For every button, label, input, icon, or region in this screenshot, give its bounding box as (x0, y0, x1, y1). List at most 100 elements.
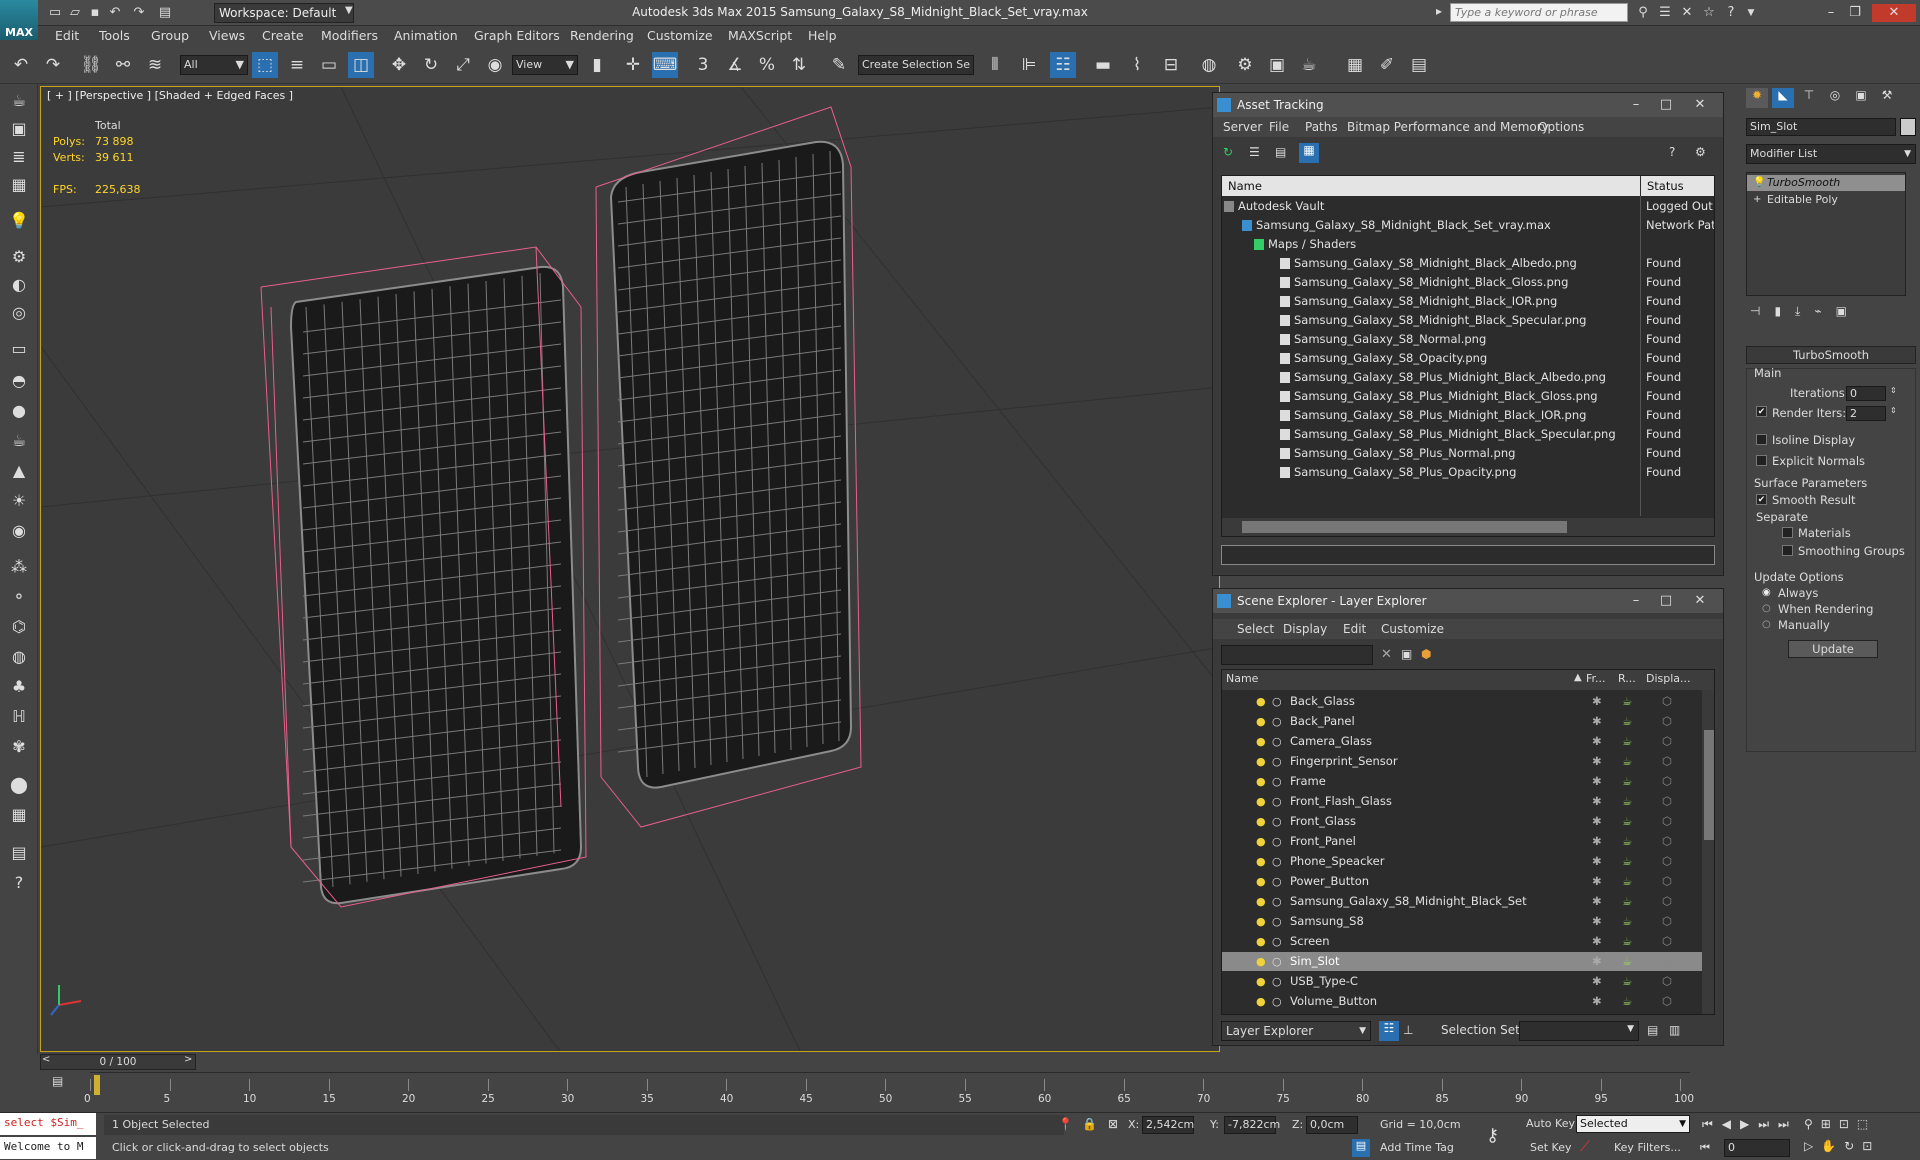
auto-key-button[interactable]: Auto Key (1526, 1117, 1575, 1130)
close-icon[interactable]: ✕ (1689, 95, 1711, 115)
maxscript-listener-line2[interactable]: Welcome to M (0, 1137, 96, 1159)
time-tag-icon[interactable]: ▤ (1352, 1139, 1370, 1157)
iterations-spinner[interactable]: 0 (1846, 386, 1886, 401)
key-mode-dropdown[interactable]: Selected ▼ (1576, 1115, 1690, 1133)
asset-row[interactable]: Samsung_Galaxy_S8_Plus_Midnight_Black_Gl… (1222, 387, 1714, 406)
layer-row[interactable]: ● ○ Frame ✱ ☕ ⬡ (1222, 772, 1702, 791)
layer-mode-icon[interactable]: ☷ (1379, 1021, 1399, 1041)
lightbulb-icon[interactable]: ● (1256, 972, 1266, 991)
current-frame-marker[interactable] (94, 1075, 100, 1095)
hair-icon[interactable]: ℍ (6, 704, 32, 730)
display-box-icon[interactable]: ⬡ (1662, 772, 1672, 791)
display-box-icon[interactable]: ⬡ (1662, 932, 1672, 951)
freeze-icon[interactable]: ✱ (1592, 972, 1602, 991)
object-name-field[interactable]: Sim_Slot (1746, 118, 1896, 136)
layer-row[interactable]: ● ○ Power_Button ✱ ☕ ⬡ (1222, 872, 1702, 891)
freeze-icon[interactable]: ✱ (1592, 732, 1602, 751)
render-teapot-icon[interactable]: ☕ (1296, 52, 1322, 78)
bone-icon[interactable]: ⚬ (6, 584, 32, 610)
rollout-turbosmooth-header[interactable]: TurboSmooth (1746, 346, 1916, 364)
object-color-swatch[interactable] (1900, 118, 1916, 136)
time-config-icon[interactable]: ⏮ (1700, 1141, 1710, 1155)
maxscript-listener-line1[interactable]: select $Sim_ (0, 1113, 96, 1135)
asset-menu-file[interactable]: File (1269, 117, 1289, 137)
layer-row[interactable]: ● ○ Camera_Glass ✱ ☕ ⬡ (1222, 732, 1702, 751)
lightbulb-icon[interactable]: ● (1256, 772, 1266, 791)
hierarchy-mode-icon[interactable]: ⊥ (1403, 1023, 1413, 1037)
lightbulb-icon[interactable]: ● (1256, 812, 1266, 831)
pivot-center-icon[interactable]: ▮ (584, 52, 610, 78)
menu-create[interactable]: Create (262, 26, 304, 46)
help-circle-icon[interactable]: ? (6, 870, 32, 896)
renderable-teapot-icon[interactable]: ☕ (1622, 792, 1632, 811)
mirror-icon[interactable]: ⫴ (982, 52, 1008, 78)
undo-icon[interactable]: ↶ (106, 4, 124, 22)
mini-curve-editor-icon[interactable]: ▤ (52, 1074, 68, 1094)
teapot-prim-icon[interactable]: ☕ (6, 428, 32, 454)
col-header-render[interactable]: R... (1618, 672, 1636, 685)
viewport-label[interactable]: [ + ] [Perspective ] [Shaded + Edged Fac… (47, 89, 293, 102)
stack-item-editable-poly[interactable]: Editable Poly (1747, 192, 1905, 208)
angle-snap-icon[interactable]: ∡ (722, 52, 748, 78)
display-box-icon[interactable]: ⬡ (1662, 752, 1672, 771)
lightbulb-icon[interactable]: ● (1256, 732, 1266, 751)
freeze-icon[interactable]: ✱ (1592, 872, 1602, 891)
renderable-teapot-icon[interactable]: ☕ (1622, 752, 1632, 771)
disc-icon[interactable]: ◉ (6, 518, 32, 544)
col-header-status[interactable]: Status (1641, 176, 1714, 196)
calculator-icon[interactable]: ▤ (1406, 52, 1432, 78)
edit-sets-icon[interactable]: ▥ (1669, 1023, 1680, 1037)
renderable-teapot-icon[interactable]: ☕ (1622, 932, 1632, 951)
plant-icon[interactable]: ♣ (6, 674, 32, 700)
next-frame-icon[interactable]: > (184, 1054, 192, 1065)
layer-row[interactable]: ● ○ Screen ✱ ☕ ⬡ (1222, 932, 1702, 951)
display-box-icon[interactable]: ⬡ (1662, 852, 1672, 871)
rect-selection-region-icon[interactable]: ▭ (316, 52, 342, 78)
script-icon[interactable]: ▤ (6, 840, 32, 866)
render-iters-spinner[interactable]: 2 (1846, 406, 1886, 421)
create-tab-icon[interactable]: ✹ (1746, 88, 1768, 108)
asset-path-field[interactable] (1221, 545, 1715, 565)
freeze-icon[interactable]: ✱ (1592, 692, 1602, 711)
x-coordinate-field[interactable]: 2,542cm (1142, 1116, 1194, 1134)
render-iters-checkbox[interactable]: ✔ (1756, 406, 1767, 417)
new-layer-icon[interactable]: ▣ (1401, 647, 1412, 661)
freeze-icon[interactable]: ✱ (1592, 952, 1602, 971)
particles-icon[interactable]: ⁂ (6, 554, 32, 580)
asset-row[interactable]: Samsung_Galaxy_S8_Midnight_Black_Gloss.p… (1222, 273, 1714, 292)
menu-tools[interactable]: Tools (99, 26, 130, 46)
current-frame-field[interactable]: 0 (1724, 1139, 1790, 1157)
col-header-freeze[interactable]: Fr... (1586, 672, 1606, 685)
menu-maxscript[interactable]: MAXScript (728, 26, 792, 46)
lightbulb-icon[interactable]: ● (1256, 992, 1266, 1011)
asset-row[interactable]: Samsung_Galaxy_S8_Midnight_Black_Specula… (1222, 311, 1714, 330)
communication-icon[interactable]: ☰ (1656, 4, 1674, 22)
freeze-icon[interactable]: ✱ (1592, 812, 1602, 831)
col-header-name[interactable]: Name (1226, 672, 1258, 685)
motion-tab-icon[interactable]: ◎ (1824, 88, 1846, 108)
key-icon[interactable]: ⚷ (1486, 1125, 1499, 1146)
asset-row[interactable]: Samsung_Galaxy_S8_Plus_Midnight_Black_IO… (1222, 406, 1714, 425)
light-icon[interactable]: 💡 (6, 208, 32, 234)
smooth-result-checkbox[interactable]: ✔ (1756, 494, 1767, 505)
layer-row[interactable]: ● ○ USB_Type-C ✱ ☕ ⬡ (1222, 972, 1702, 991)
menu-customize[interactable]: Customize (647, 26, 713, 46)
display-box-icon[interactable]: ⬡ (1662, 912, 1672, 931)
list-icon[interactable]: ≣ (6, 144, 32, 170)
freeze-icon[interactable]: ✱ (1592, 752, 1602, 771)
isoline-checkbox[interactable] (1756, 434, 1767, 445)
layer-row[interactable]: ● ○ Samsung_Galaxy_S8_Midnight_Black_Set ✱ ☕… (1222, 892, 1702, 911)
select-by-name-icon[interactable]: ≡ (284, 52, 310, 78)
key-filters-button[interactable]: Key Filters... (1614, 1141, 1681, 1154)
utilities-tab-icon[interactable]: ⚒ (1876, 88, 1898, 108)
renderable-teapot-icon[interactable]: ☕ (1622, 872, 1632, 891)
mesh-icon[interactable]: ⌬ (6, 614, 32, 640)
table-view-icon[interactable]: ▦ (1299, 143, 1319, 163)
freeze-icon[interactable]: ✱ (1592, 852, 1602, 871)
open-file-icon[interactable]: ▱ (66, 4, 84, 22)
set-key-button[interactable]: Set Key (1530, 1141, 1572, 1154)
lightbulb-icon[interactable]: ● (1256, 712, 1266, 731)
maximize-icon[interactable]: □ (1655, 95, 1677, 115)
layer-explorer-icon[interactable]: ☷ (1050, 52, 1076, 78)
unlink-icon[interactable]: ⚯ (110, 52, 136, 78)
